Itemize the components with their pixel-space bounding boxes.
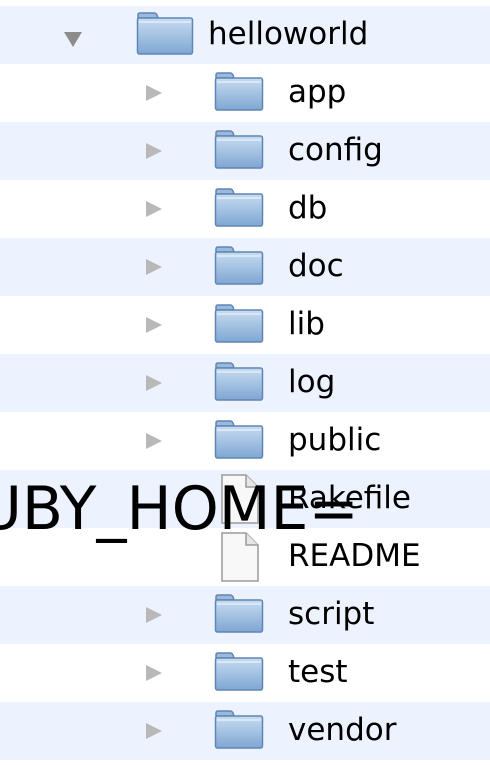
tree-item-label: vendor (288, 712, 397, 748)
tree-item-label: doc (288, 248, 344, 284)
disclosure-triangle-collapsed-icon[interactable] (146, 723, 162, 739)
folder-icon (214, 304, 264, 343)
tree-item-label: README (288, 538, 421, 574)
disclosure-triangle-collapsed-icon[interactable] (146, 259, 162, 275)
tree-item-label: log (288, 364, 336, 400)
folder-icon (136, 12, 194, 55)
tree-row-public[interactable]: public (0, 412, 490, 470)
tree-row-test[interactable]: test (0, 644, 490, 702)
tree-item-label: test (288, 654, 348, 690)
tree-item-label: lib (288, 306, 325, 342)
tree-row-app[interactable]: app (0, 64, 490, 122)
tree-row-root[interactable]: helloworld (0, 6, 490, 64)
tree-row-rakefile[interactable]: Rakefile (0, 470, 490, 528)
disclosure-triangle-collapsed-icon[interactable] (146, 665, 162, 681)
disclosure-triangle-collapsed-icon[interactable] (146, 607, 162, 623)
disclosure-triangle-expanded-icon[interactable] (64, 32, 82, 47)
tree-item-label: public (288, 422, 382, 458)
tree-item-label: helloworld (208, 16, 369, 52)
tree-item-label: script (288, 596, 375, 632)
tree-item-label: Rakefile (288, 480, 411, 516)
folder-icon (214, 130, 264, 169)
tree-row-db[interactable]: db (0, 180, 490, 238)
document-icon (221, 532, 259, 582)
tree-item-label: app (288, 74, 347, 110)
tree-row-config[interactable]: config (0, 122, 490, 180)
folder-icon (214, 72, 264, 111)
disclosure-triangle-collapsed-icon[interactable] (146, 143, 162, 159)
tree-row-log[interactable]: log (0, 354, 490, 412)
disclosure-triangle-collapsed-icon[interactable] (146, 85, 162, 101)
folder-icon (214, 362, 264, 401)
tree-row-script[interactable]: script (0, 586, 490, 644)
tree-row-readme[interactable]: README (0, 528, 490, 586)
tree-row-vendor[interactable]: vendor (0, 702, 490, 760)
disclosure-triangle-collapsed-icon[interactable] (146, 433, 162, 449)
tree-item-label: db (288, 190, 328, 226)
folder-icon (214, 246, 264, 285)
folder-icon (214, 188, 264, 227)
document-icon (221, 474, 259, 524)
folder-icon (214, 710, 264, 749)
disclosure-triangle-collapsed-icon[interactable] (146, 375, 162, 391)
tree-row-lib[interactable]: lib (0, 296, 490, 354)
folder-icon (214, 594, 264, 633)
tree-row-doc[interactable]: doc (0, 238, 490, 296)
disclosure-triangle-collapsed-icon[interactable] (146, 317, 162, 333)
folder-icon (214, 652, 264, 691)
tree-item-label: config (288, 132, 383, 168)
folder-icon (214, 420, 264, 459)
disclosure-triangle-collapsed-icon[interactable] (146, 201, 162, 217)
